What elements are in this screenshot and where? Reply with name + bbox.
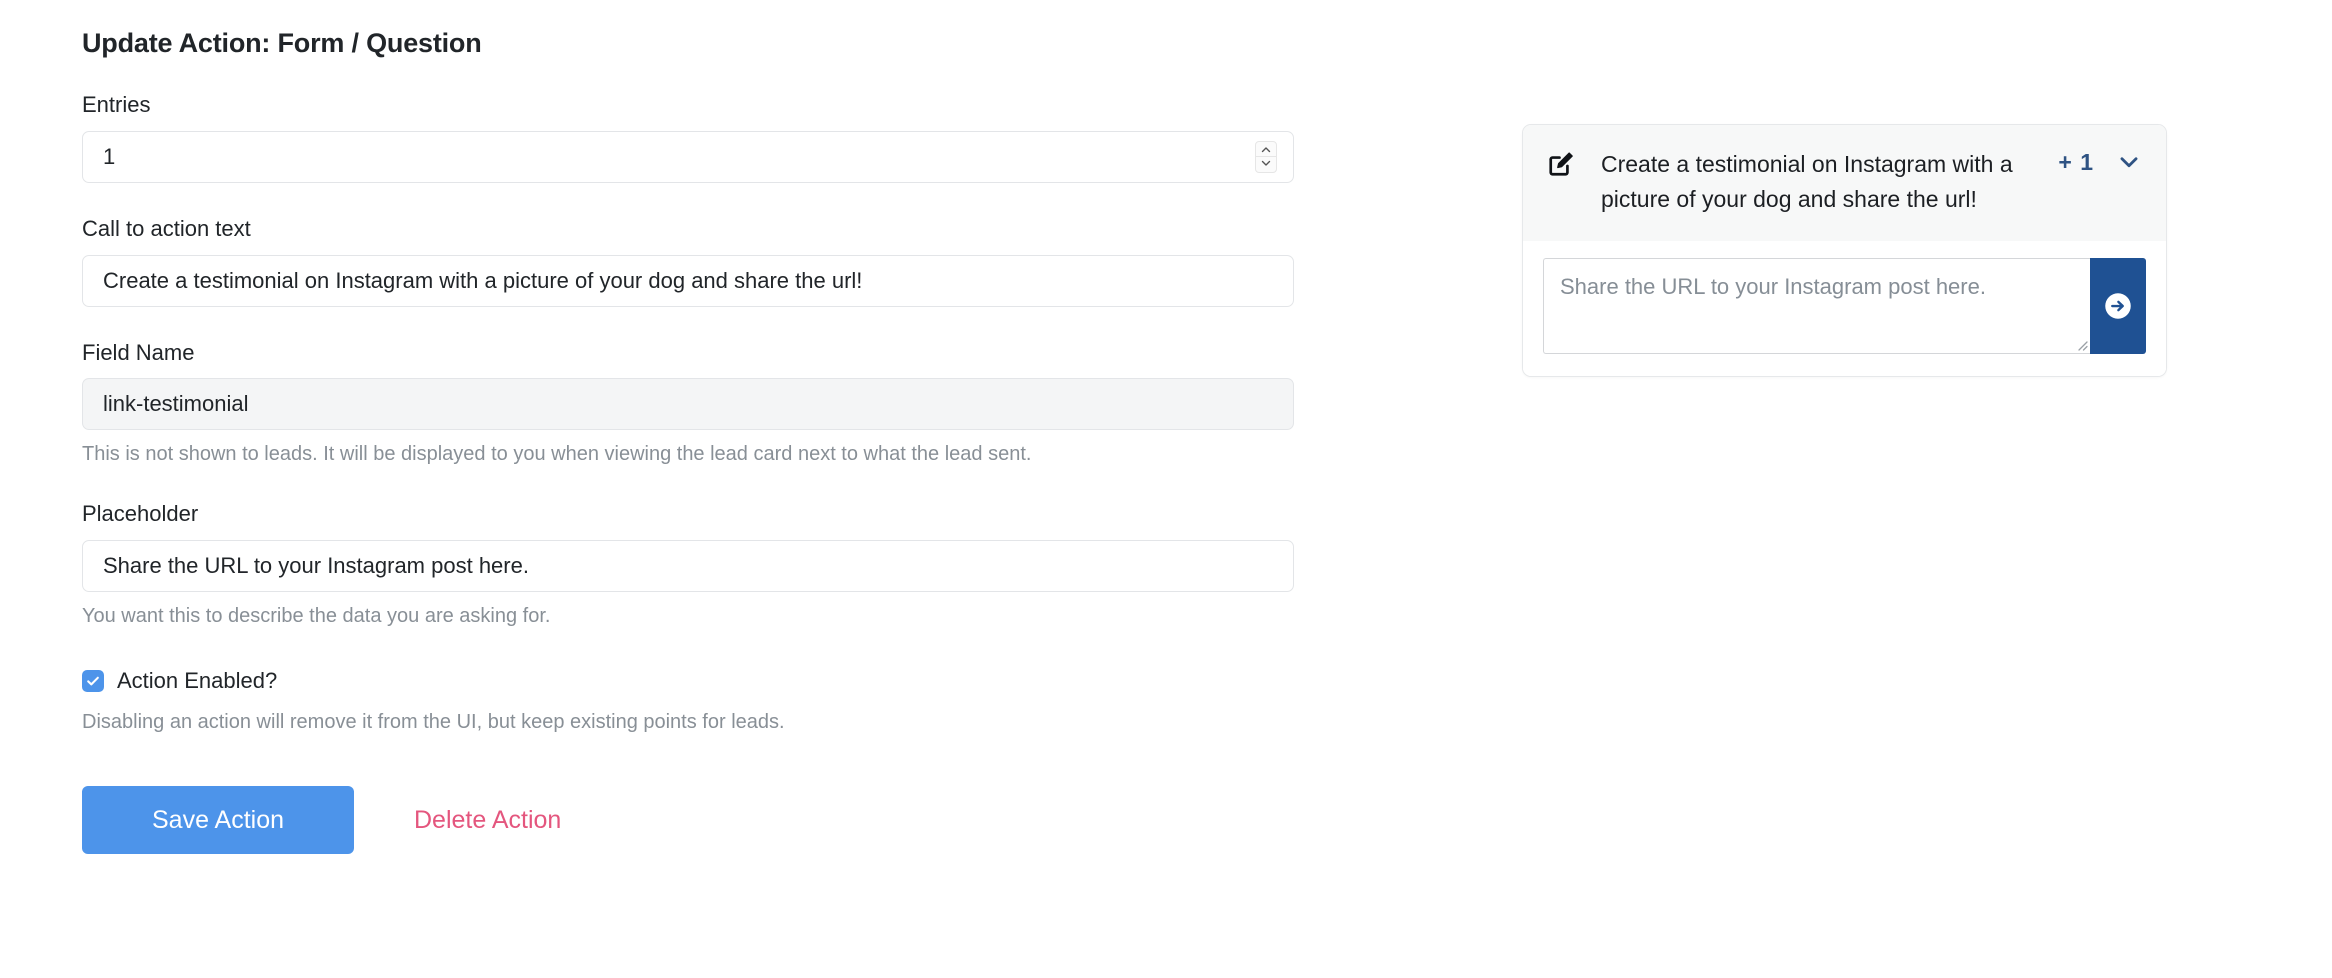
answer-textarea-placeholder: Share the URL to your Instagram post her… (1560, 273, 1986, 299)
field-group-entries: Entries (82, 91, 1302, 183)
cta-label: Call to action text (82, 215, 251, 241)
field-group-cta: Call to action text (82, 215, 1302, 307)
action-enabled-row[interactable]: Action Enabled? (82, 668, 1302, 694)
field-name-input[interactable] (82, 378, 1294, 431)
resize-grip-icon[interactable] (2074, 337, 2088, 351)
entries-label: Entries (82, 92, 151, 118)
entries-stepper[interactable] (1255, 140, 1277, 173)
answer-textarea-wrapper[interactable]: Share the URL to your Instagram post her… (1543, 257, 2090, 354)
field-group-field-name: Field Name This is not shown to leads. I… (82, 339, 1302, 469)
placeholder-input[interactable] (82, 539, 1294, 592)
field-group-placeholder: Placeholder You want this to describe th… (82, 500, 1302, 630)
delete-action-button[interactable]: Delete Action (414, 806, 561, 835)
points-badge[interactable]: + 1 (2058, 149, 2094, 176)
action-enabled-help: Disabling an action will remove it from … (82, 711, 785, 734)
arrow-right-circle-icon (2105, 293, 2131, 319)
entries-input-wrapper (82, 130, 1294, 183)
preview-card-meta: + 1 (2058, 149, 2142, 176)
form-actions: Save Action Delete Action (82, 786, 1302, 855)
save-action-button[interactable]: Save Action (82, 786, 354, 855)
page-root: Update Action: Form / Question Entries 1… (0, 0, 2332, 978)
action-preview-card: Create a testimonial on Instagram with a… (1522, 124, 2167, 377)
cta-input[interactable] (82, 254, 1294, 307)
entries-input[interactable] (82, 130, 1294, 183)
field-name-help: This is not shown to leads. It will be d… (82, 443, 1032, 466)
field-name-label: Field Name (82, 339, 195, 365)
placeholder-help: You want this to describe the data you a… (82, 604, 551, 627)
chevron-up-icon (1261, 147, 1271, 153)
expand-chevron-button[interactable] (2116, 149, 2142, 175)
edit-square-icon[interactable] (1547, 150, 1575, 178)
check-icon (87, 676, 99, 686)
preview-card-title: Create a testimonial on Instagram with a… (1601, 151, 2013, 212)
preview-card-body: Share the URL to your Instagram post her… (1523, 240, 2166, 376)
action-enabled-checkbox[interactable] (82, 669, 104, 692)
submit-answer-button[interactable] (2090, 257, 2146, 354)
page-title: Update Action: Form / Question (82, 28, 482, 58)
chevron-down-icon (1261, 161, 1271, 167)
action-form: Update Action: Form / Question Entries 1… (82, 0, 1302, 855)
chevron-down-icon (2120, 157, 2138, 168)
preview-card-header: Create a testimonial on Instagram with a… (1523, 125, 2166, 241)
action-enabled-label: Action Enabled? (117, 667, 278, 693)
placeholder-label: Placeholder (82, 501, 199, 527)
